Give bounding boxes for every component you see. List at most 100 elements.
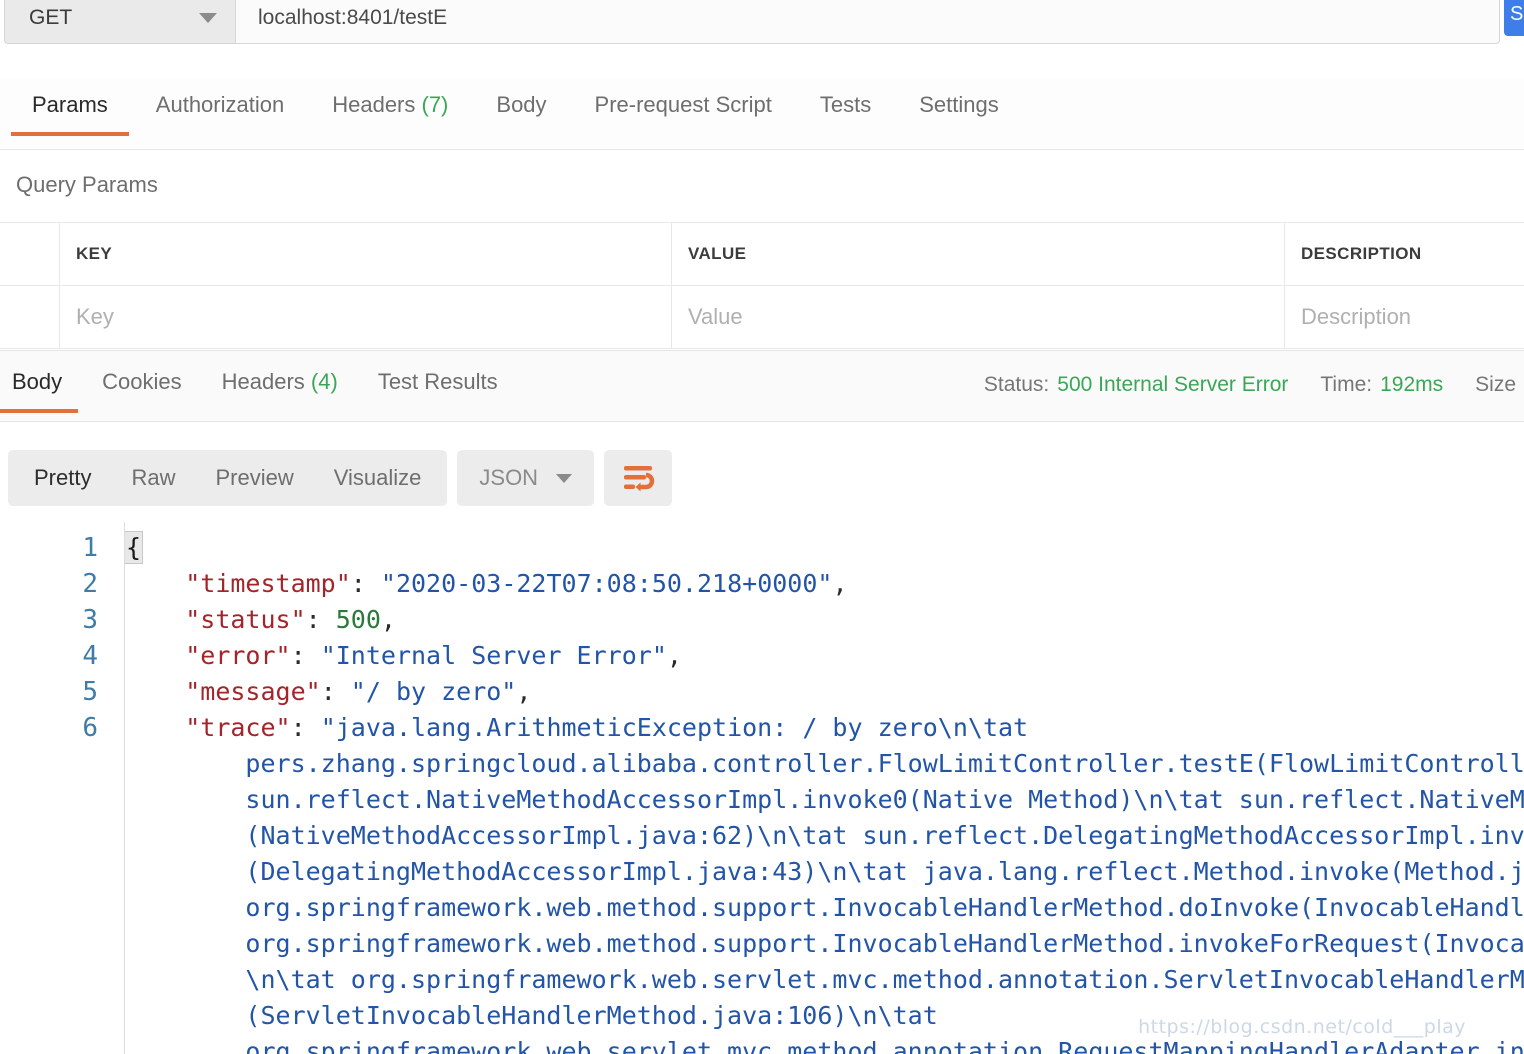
code-line: org.springframework.web.method.support.I… — [125, 926, 1524, 962]
row-checkbox-cell[interactable] — [0, 286, 60, 348]
response-tab-test-results[interactable]: Test Results — [358, 351, 518, 413]
code-line: "message": "/ by zero", — [125, 674, 1524, 710]
line-number: 6 — [82, 713, 98, 743]
tab-label: Body — [496, 92, 547, 117]
tab-params[interactable]: Params — [8, 78, 132, 136]
response-meta: Status: 500 Internal Server Error Time: … — [984, 373, 1524, 397]
postman-window: GET localhost:8401/testE Send Params Aut… — [0, 0, 1524, 1054]
code-line: "status": 500, — [125, 602, 1524, 638]
tab-pre-request-script[interactable]: Pre-request Script — [571, 78, 796, 136]
line-number — [0, 962, 98, 998]
response-tab-cookies[interactable]: Cookies — [82, 351, 201, 413]
header-checkbox-cell — [0, 223, 60, 285]
code-token: pers.zhang.springcloud.alibaba.controlle… — [125, 749, 1524, 778]
code-token: "2020-03-22T07:08:50.218+0000" — [380, 569, 833, 598]
line-number: 3 — [82, 605, 98, 635]
code-token: , — [516, 677, 532, 706]
param-value-input[interactable]: Value — [672, 286, 1285, 348]
view-preview[interactable]: Preview — [195, 450, 313, 506]
request-url-input[interactable]: localhost:8401/testE — [236, 0, 1500, 44]
param-description-input[interactable]: Description — [1285, 286, 1524, 348]
table-row: Key Value Description — [0, 286, 1524, 349]
code-token: org.springframework.web.method.support.I… — [125, 929, 1524, 958]
request-url-value: localhost:8401/testE — [258, 6, 448, 29]
column-header-value: VALUE — [688, 244, 747, 263]
param-key-input[interactable]: Key — [60, 286, 672, 348]
code-token: , — [666, 641, 682, 670]
view-visualize[interactable]: Visualize — [314, 450, 442, 506]
response-tabs-bar: Body Cookies Headers (4) Test Results St… — [0, 350, 1524, 422]
chevron-down-icon — [199, 13, 217, 23]
code-line: sun.reflect.NativeMethodAccessorImpl.inv… — [125, 782, 1524, 818]
tab-headers[interactable]: Headers (7) — [308, 78, 472, 136]
query-params-title: Query Params — [16, 172, 158, 197]
tab-label: Headers — [221, 369, 305, 394]
code-line: org.springframework.web.servlet.mvc.meth… — [125, 1034, 1524, 1054]
response-tab-body[interactable]: Body — [0, 351, 82, 413]
column-header-key: KEY — [76, 244, 113, 263]
code-token: : — [305, 605, 336, 634]
response-language-dropdown[interactable]: JSON — [457, 450, 595, 506]
tab-label: Authorization — [155, 92, 285, 117]
tab-authorization[interactable]: Authorization — [132, 78, 308, 136]
code-line: (ServletInvocableHandlerMethod.java:106)… — [125, 998, 1524, 1034]
param-value-placeholder: Value — [688, 304, 743, 329]
table-header-row: KEY VALUE DESCRIPTION — [0, 222, 1524, 286]
send-button[interactable]: Send — [1504, 0, 1524, 36]
line-number — [0, 746, 98, 782]
query-params-table: KEY VALUE DESCRIPTION Key Value Descript… — [0, 222, 1524, 349]
header-key-cell: KEY — [60, 223, 672, 285]
tab-count-badge: (4) — [310, 369, 338, 394]
tab-tests[interactable]: Tests — [796, 78, 895, 136]
response-body-code[interactable]: { "timestamp": "2020-03-22T07:08:50.218+… — [125, 522, 1524, 1054]
code-line: "error": "Internal Server Error", — [125, 638, 1524, 674]
tab-body[interactable]: Body — [472, 78, 570, 136]
code-token: "timestamp" — [185, 569, 351, 598]
tab-label: Params — [32, 92, 108, 117]
wrap-text-icon — [624, 466, 655, 492]
code-token: sun.reflect.NativeMethodAccessorImpl.inv… — [125, 785, 1524, 814]
code-line: org.springframework.web.method.support.I… — [125, 890, 1524, 926]
response-tab-headers[interactable]: Headers (4) — [202, 351, 358, 413]
code-line: "timestamp": "2020-03-22T07:08:50.218+00… — [125, 566, 1524, 602]
code-line: "trace": "java.lang.ArithmeticException:… — [125, 710, 1524, 746]
request-tabs: Params Authorization Headers (7) Body Pr… — [0, 78, 1524, 150]
tab-label: Pre-request Script — [594, 92, 772, 117]
time-value: 192ms — [1380, 373, 1444, 396]
line-number — [0, 854, 98, 890]
code-token: : — [350, 569, 381, 598]
view-raw[interactable]: Raw — [111, 450, 195, 506]
code-token: org.springframework.web.method.support.I… — [125, 893, 1524, 922]
header-description-cell: DESCRIPTION — [1285, 223, 1524, 285]
view-pretty[interactable]: Pretty — [14, 450, 111, 506]
code-line: (DelegatingMethodAccessorImpl.java:43)\n… — [125, 854, 1524, 890]
param-description-placeholder: Description — [1301, 304, 1412, 329]
line-number — [0, 890, 98, 926]
code-line: (NativeMethodAccessorImpl.java:62)\n\tat… — [125, 818, 1524, 854]
code-token: "error" — [185, 641, 291, 670]
response-format-toolbar: Pretty Raw Preview Visualize JSON — [8, 450, 673, 506]
tab-label: Cookies — [102, 369, 182, 394]
wrap-text-button[interactable] — [604, 450, 673, 506]
code-token: "java.lang.ArithmeticException: / by zer… — [320, 713, 1029, 742]
request-url-bar: GET localhost:8401/testE Send — [0, 0, 1524, 44]
line-number — [0, 1034, 98, 1054]
param-key-placeholder: Key — [76, 304, 114, 329]
status-badge: 500 Internal Server Error — [1057, 373, 1289, 396]
tab-label: Headers — [332, 92, 416, 117]
response-body-viewer[interactable]: 1 2 3 4 5 6 { "timestamp": "2020-03-22T07:08:… — [0, 522, 1524, 1054]
tab-count-badge: (7) — [421, 92, 449, 117]
code-token: (DelegatingMethodAccessorImpl.java:43)\n… — [125, 857, 1524, 886]
line-number — [0, 998, 98, 1034]
tab-settings[interactable]: Settings — [895, 78, 1023, 136]
http-method-dropdown[interactable]: GET — [4, 0, 236, 44]
status-label: Status: — [983, 373, 1050, 396]
code-token: , — [832, 569, 848, 598]
column-header-description: DESCRIPTION — [1301, 244, 1422, 263]
code-token: "/ by zero" — [350, 677, 517, 706]
code-token: (NativeMethodAccessorImpl.java:62)\n\tat… — [125, 821, 1524, 850]
